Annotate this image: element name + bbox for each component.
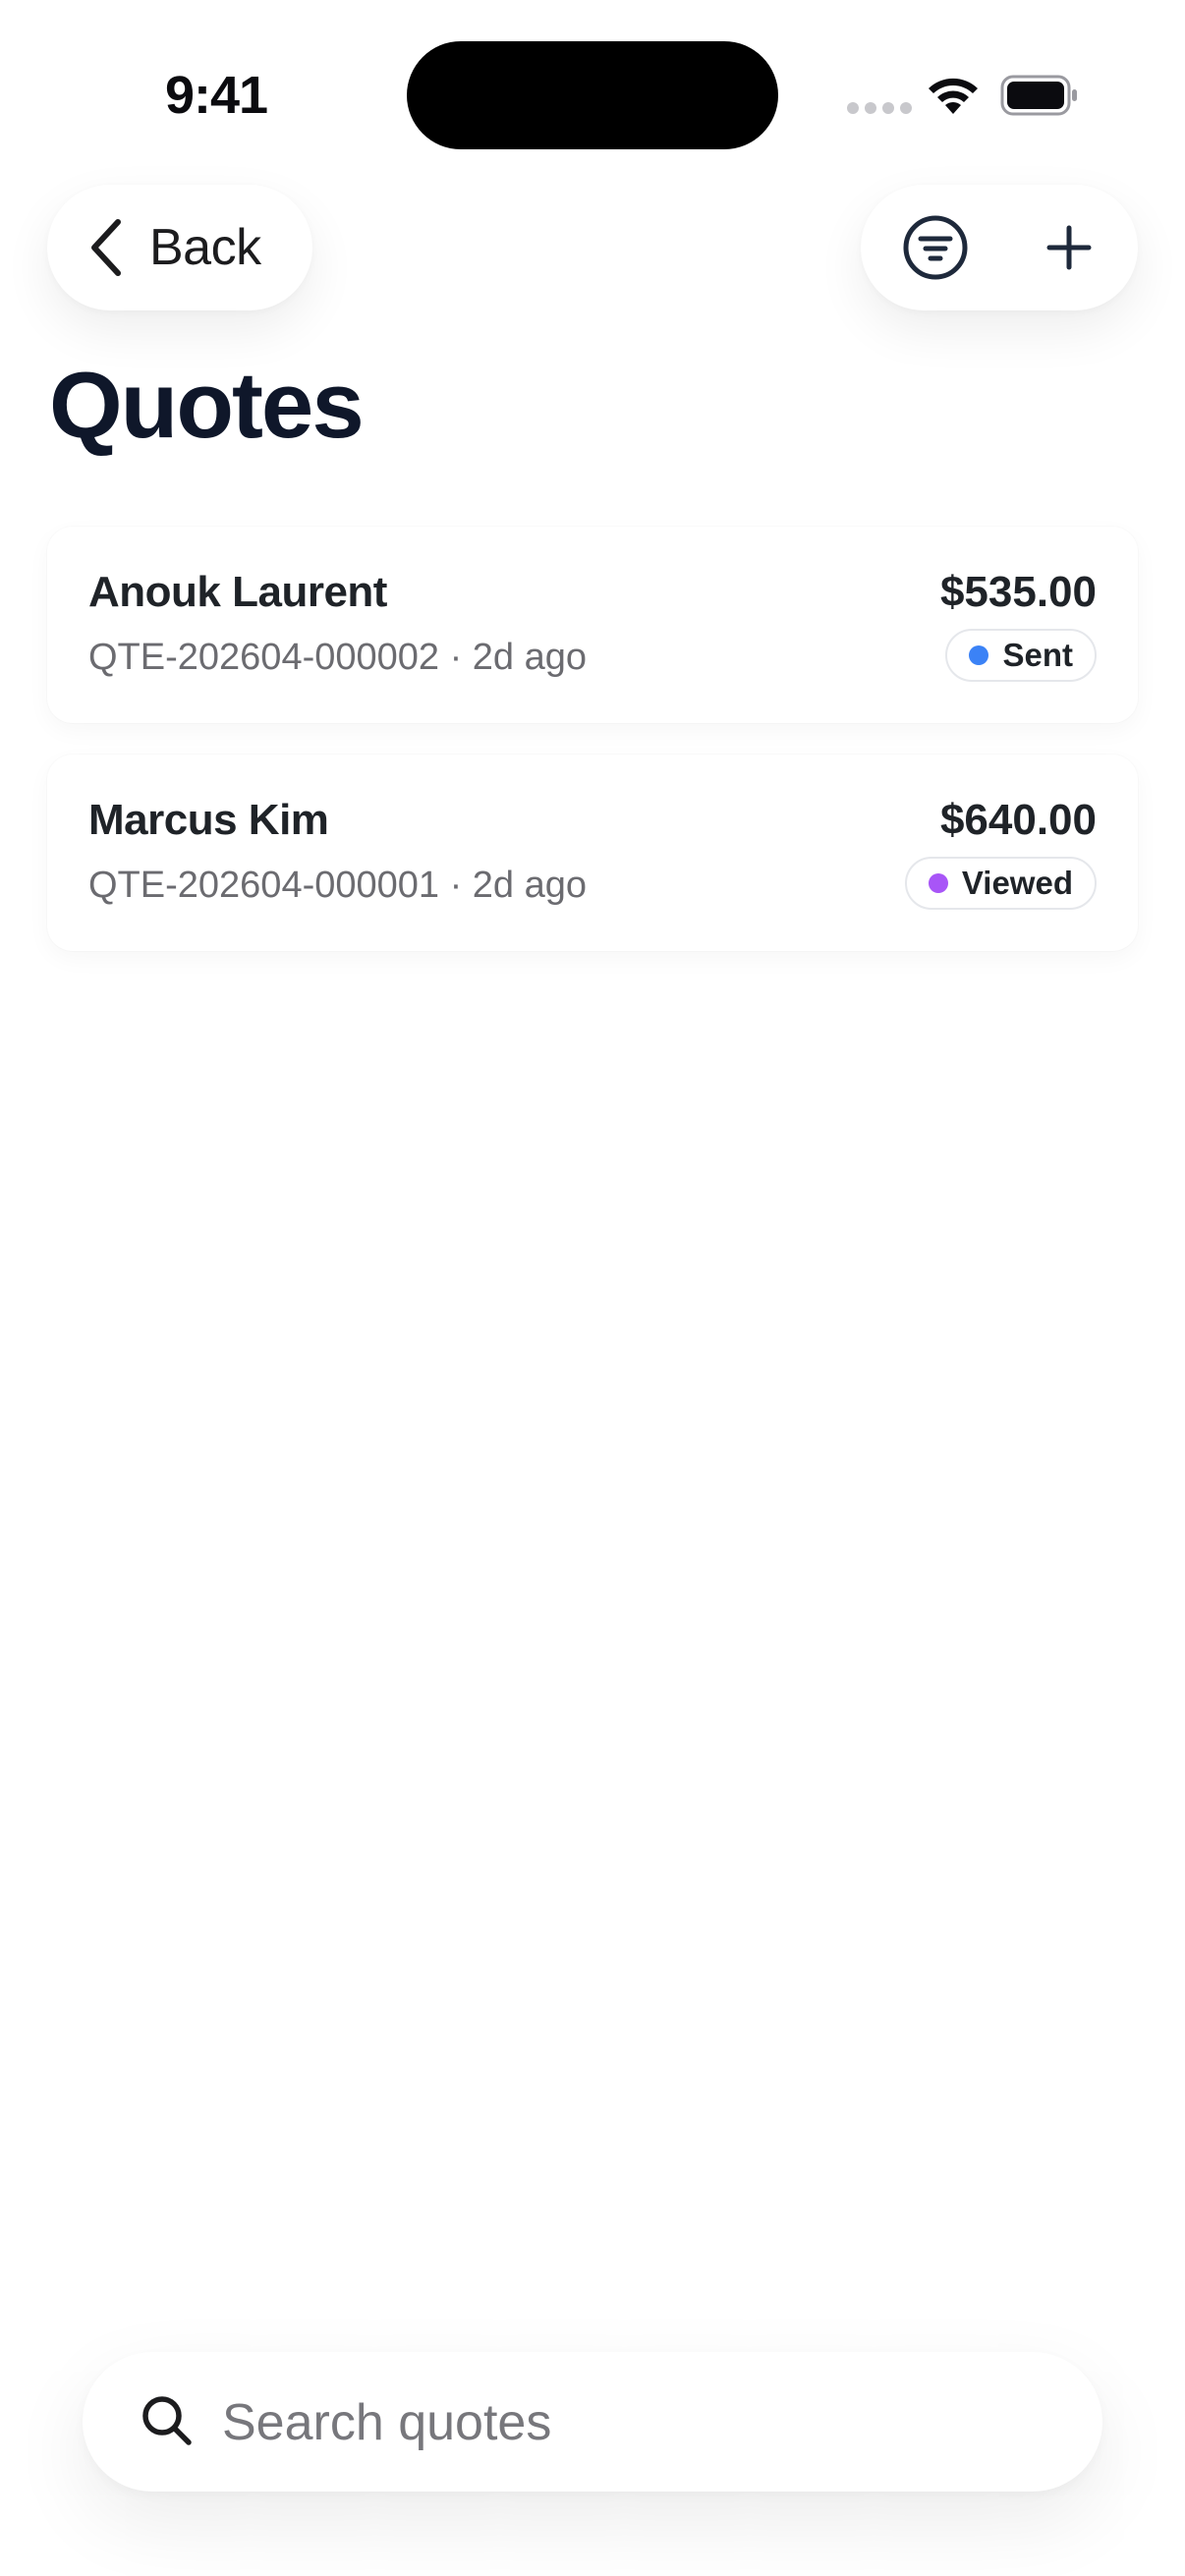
quote-card[interactable]: Marcus Kim QTE-202604-000001 · 2d ago $6… (47, 755, 1138, 951)
status-badge: Sent (945, 629, 1097, 682)
back-button[interactable]: Back (47, 185, 312, 310)
toolbar-actions (861, 185, 1138, 310)
status-badge: Viewed (904, 857, 1097, 910)
status-dot (928, 873, 948, 893)
quote-amount: $640.00 (939, 796, 1097, 844)
search-bar[interactable] (83, 2352, 1102, 2492)
page-title: Quotes (49, 353, 365, 458)
quote-card[interactable]: Anouk Laurent QTE-202604-000002 · 2d ago… (47, 527, 1138, 723)
status-time: 9:41 (165, 66, 268, 125)
quote-meta: QTE-202604-000001 · 2d ago (88, 865, 588, 906)
quote-meta: QTE-202604-000002 · 2d ago (88, 637, 588, 678)
cellular-signal-icon (847, 102, 912, 114)
status-label: Viewed (961, 865, 1073, 901)
quote-customer-name: Marcus Kim (88, 796, 329, 844)
chevron-left-icon (91, 219, 121, 276)
battery-icon (1000, 75, 1077, 116)
back-label: Back (149, 219, 261, 276)
quote-amount: $535.00 (939, 568, 1097, 616)
search-icon (142, 2396, 192, 2445)
dynamic-island (407, 41, 778, 149)
status-dot (969, 645, 989, 665)
quote-customer-name: Anouk Laurent (88, 568, 387, 616)
filter-icon[interactable] (902, 214, 969, 281)
add-quote-button[interactable] (1040, 218, 1099, 277)
wifi-icon (929, 78, 978, 114)
status-label: Sent (1002, 637, 1073, 673)
search-input[interactable] (220, 2381, 1069, 2464)
